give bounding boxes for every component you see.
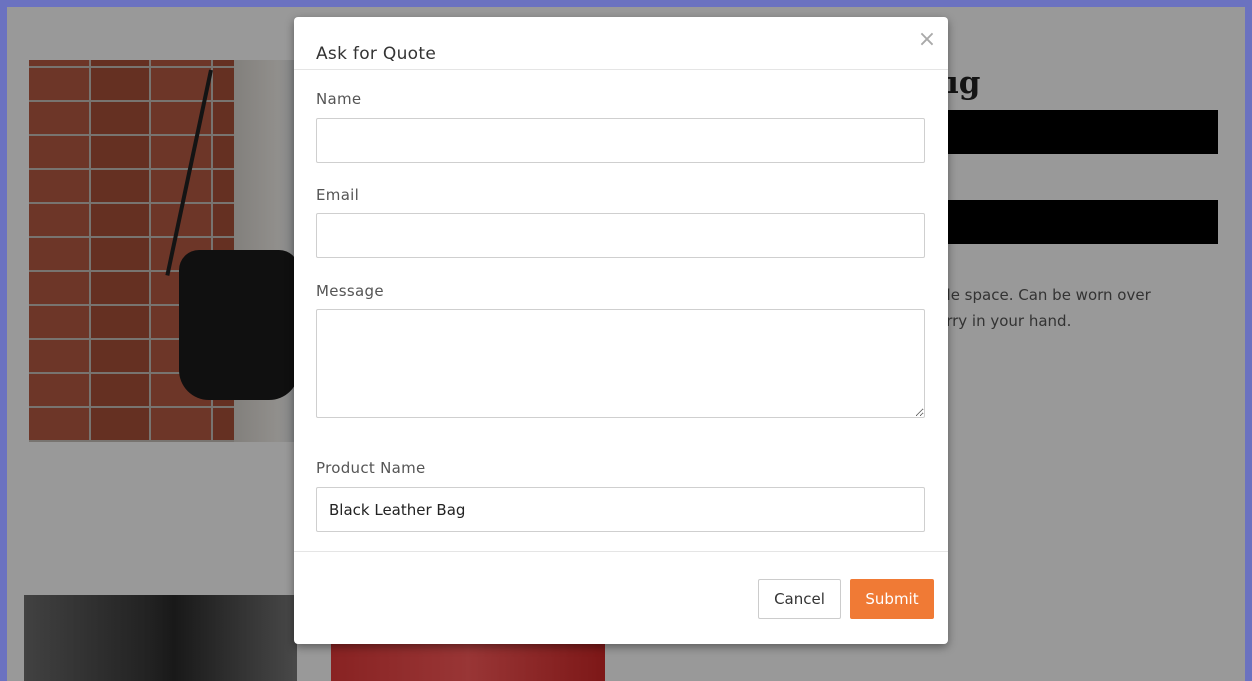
email-field[interactable] <box>316 213 925 258</box>
modal-title: Ask for Quote <box>316 44 437 64</box>
name-field[interactable] <box>316 118 925 163</box>
message-field[interactable] <box>316 309 925 418</box>
quote-modal: Ask for Quote × Name Email Message Produ… <box>294 17 948 644</box>
close-icon[interactable]: × <box>916 29 938 51</box>
cancel-button[interactable]: Cancel <box>758 579 841 619</box>
modal-header: Ask for Quote × <box>294 17 948 70</box>
name-label: Name <box>316 90 362 108</box>
product-name-field[interactable] <box>316 487 925 532</box>
modal-footer: Cancel Submit <box>294 551 948 645</box>
product-name-label: Product Name <box>316 459 426 477</box>
message-label: Message <box>316 282 384 300</box>
submit-button[interactable]: Submit <box>850 579 934 619</box>
email-label: Email <box>316 186 360 204</box>
